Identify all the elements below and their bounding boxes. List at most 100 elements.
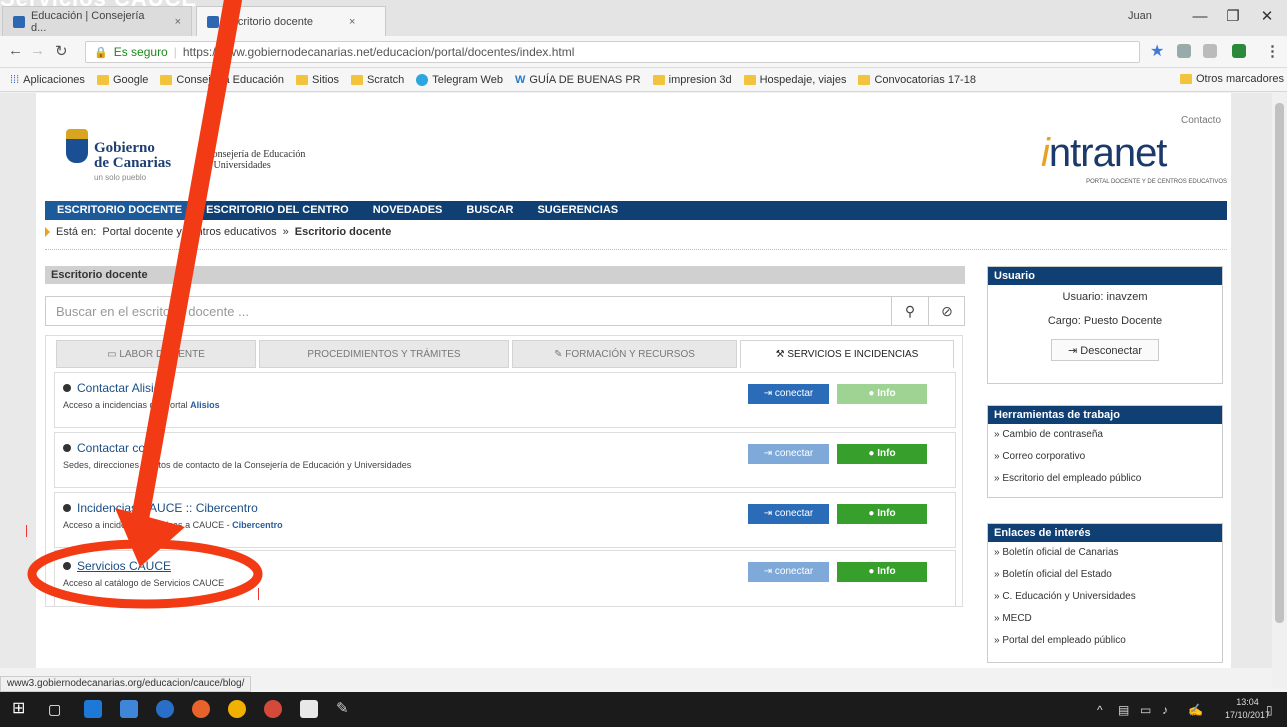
page-scrollbar[interactable]: [1272, 93, 1287, 688]
browser-profile[interactable]: Juan: [1128, 10, 1152, 22]
desc-emphasis: Cibercentro: [232, 520, 283, 530]
scrollbar-thumb[interactable]: [1275, 103, 1284, 623]
pen-icon[interactable]: ✍: [1188, 703, 1203, 717]
search-icon[interactable]: ⚲: [891, 297, 928, 325]
bookmark-star-icon[interactable]: ★: [1150, 41, 1164, 61]
info-button[interactable]: ● Info: [837, 384, 927, 404]
info-button[interactable]: ● Info: [837, 504, 927, 524]
tray-chevron-icon[interactable]: ^: [1097, 703, 1103, 717]
nav-sugerencias[interactable]: SUGERENCIAS: [525, 201, 630, 220]
connect-button[interactable]: ⇥ conectar: [748, 504, 829, 524]
bookmark-label: Consejería Educación: [176, 73, 285, 86]
service-title-link[interactable]: Servicios CAUCE: [63, 559, 171, 573]
gobierno-logo[interactable]: Gobierno de Canarias un solo pueblo: [66, 129, 171, 182]
chrome-active-icon[interactable]: [264, 700, 282, 718]
close-tab-icon[interactable]: ×: [175, 16, 181, 28]
logout-button[interactable]: ⇥ Desconectar: [1051, 339, 1159, 361]
extension-icon[interactable]: [1232, 44, 1246, 58]
reload-icon[interactable]: ↻: [55, 42, 68, 60]
interest-link-ceu[interactable]: » C. Educación y Universidades: [988, 586, 1222, 608]
volume-icon[interactable]: ♪: [1162, 703, 1168, 717]
interest-link-boc[interactable]: » Boletín oficial de Canarias: [988, 542, 1222, 564]
bookmark-convocatorias[interactable]: Convocatorias 17-18: [858, 74, 976, 86]
close-tab-icon[interactable]: ×: [349, 16, 355, 28]
tab-labor-docente[interactable]: ▭ LABOR DOCENTE: [56, 340, 256, 368]
intranet-logo[interactable]: intranet: [1041, 131, 1167, 176]
bookmark-apps[interactable]: ⁞⁞⁞ Aplicaciones: [10, 74, 85, 86]
contact-link[interactable]: Contacto: [1181, 115, 1221, 126]
forward-icon[interactable]: →: [30, 42, 45, 59]
internet-explorer-icon[interactable]: [156, 700, 174, 718]
breadcrumb-prefix: Está en:: [56, 226, 97, 238]
bookmark-google[interactable]: Google: [96, 74, 148, 86]
nav-escritorio-centro[interactable]: ESCRITORIO DEL CENTRO: [194, 201, 361, 220]
nav-novedades[interactable]: NOVEDADES: [361, 201, 455, 220]
favicon-icon: [207, 15, 219, 28]
tab-label: FORMACIÓN Y RECURSOS: [565, 349, 695, 360]
tab-label: Escritorio docente: [225, 15, 314, 28]
connect-button[interactable]: ⇥ conectar: [748, 444, 829, 464]
notepad-icon[interactable]: [300, 700, 318, 718]
bookmark-telegram[interactable]: Telegram Web: [416, 73, 503, 86]
bookmark-impresion[interactable]: impresion 3d: [652, 74, 732, 86]
tab-formacion[interactable]: ✎ FORMACIÓN Y RECURSOS: [512, 340, 737, 368]
firefox-icon[interactable]: [192, 700, 210, 718]
minimize-button[interactable]: —: [1185, 6, 1215, 28]
breadcrumb: Está en: Portal docente y centros educat…: [45, 226, 391, 238]
back-icon[interactable]: ←: [8, 42, 23, 59]
service-title[interactable]: Contactar con...: [63, 441, 162, 455]
browser-tab-escritorio[interactable]: Escritorio docente ×: [196, 6, 386, 36]
monitor-tray-icon[interactable]: ▭: [1140, 703, 1151, 717]
tool-link-password[interactable]: » Cambio de contraseña: [988, 424, 1222, 446]
taskbar-clock[interactable]: 13:04 17/10/2017: [1225, 696, 1270, 722]
info-button[interactable]: ● Info: [837, 562, 927, 582]
address-bar[interactable]: 🔒 Es seguro | https://www.gobiernodecana…: [85, 41, 1140, 63]
menu-icon[interactable]: ⋮: [1265, 42, 1280, 60]
close-window-button[interactable]: ✕: [1252, 6, 1282, 28]
bookmarks-bar: ⁞⁞⁞ Aplicaciones Google Consejería Educac…: [0, 68, 1287, 92]
clear-search-icon[interactable]: ⊘: [928, 297, 965, 325]
notifications-icon[interactable]: ▯: [1266, 703, 1273, 717]
bullet-icon: [63, 384, 71, 392]
task-view-icon[interactable]: ▢: [48, 700, 66, 718]
maximize-button[interactable]: ❐: [1218, 6, 1248, 28]
intranet-subtitle: PORTAL DOCENTE Y DE CENTROS EDUCATIVOS: [1086, 179, 1227, 185]
chrome-icon[interactable]: [228, 700, 246, 718]
nav-escritorio-docente[interactable]: ESCRITORIO DOCENTE: [45, 201, 195, 220]
paint-icon[interactable]: ✎: [336, 700, 354, 718]
bookmark-consejeria[interactable]: Consejería Educación: [160, 74, 284, 86]
bookmark-scratch[interactable]: Scratch: [350, 74, 404, 86]
connect-button[interactable]: ⇥ conectar: [748, 562, 829, 582]
windows-start-icon[interactable]: ⊞: [12, 700, 30, 718]
breadcrumb-link[interactable]: Portal docente y centros educativos: [102, 226, 276, 238]
extension-icon[interactable]: [1177, 44, 1191, 58]
tab-servicios-incidencias[interactable]: ⚒ SERVICIOS E INCIDENCIAS: [740, 340, 954, 368]
tab-procedimientos[interactable]: PROCEDIMIENTOS Y TRÁMITES: [259, 340, 509, 368]
extension-icon[interactable]: [1203, 44, 1217, 58]
connect-button[interactable]: ⇥ conectar: [748, 384, 829, 404]
search-input[interactable]: [46, 297, 891, 325]
edge-icon[interactable]: [84, 700, 102, 718]
bookmark-sitios[interactable]: Sitios: [296, 74, 339, 86]
interest-link-portal-empleado[interactable]: » Portal del empleado público: [988, 630, 1222, 652]
tool-link-empleado[interactable]: » Escritorio del empleado público: [988, 468, 1222, 490]
bookmark-hospedaje[interactable]: Hospedaje, viajes: [743, 74, 846, 86]
file-explorer-icon[interactable]: [120, 700, 138, 718]
url-text[interactable]: https://www.gobiernodecanarias.net/educa…: [183, 45, 575, 59]
nav-buscar[interactable]: BUSCAR: [454, 201, 525, 220]
interest-link-mecd[interactable]: » MECD: [988, 608, 1222, 630]
bookmark-other[interactable]: Otros marcadores: [1180, 73, 1284, 85]
tool-link-email[interactable]: » Correo corporativo: [988, 446, 1222, 468]
folder-icon: [96, 74, 109, 85]
clock-time: 13:04: [1236, 697, 1259, 707]
service-title[interactable]: Incidencias CAUCE :: Cibercentro: [63, 501, 258, 515]
service-title[interactable]: Contactar Alisios: [63, 381, 166, 395]
annotation-tick: [258, 588, 259, 600]
info-button[interactable]: ● Info: [837, 444, 927, 464]
bookmark-label: Convocatorias 17-18: [874, 73, 976, 86]
interest-link-boe[interactable]: » Boletín oficial del Estado: [988, 564, 1222, 586]
desc-text: Acceso al catálogo de Servicios CAUCE: [63, 578, 225, 588]
network-icon[interactable]: ▤: [1118, 703, 1129, 717]
browser-toolbar: ← → ↻ 🔒 Es seguro | https://www.gobierno…: [0, 36, 1287, 68]
bookmark-guia[interactable]: W GUÍA DE BUENAS PR: [515, 74, 641, 86]
